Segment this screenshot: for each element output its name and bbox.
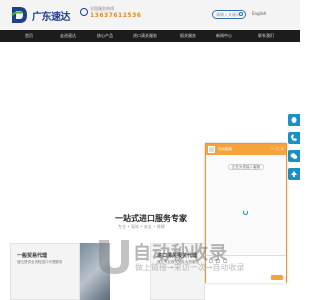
logo-icon[interactable] bbox=[10, 5, 28, 25]
phone-icon bbox=[80, 8, 88, 16]
connect-agent-label: 正在为您接入客服 bbox=[232, 165, 260, 169]
search-icon[interactable] bbox=[239, 12, 243, 16]
connect-agent-button[interactable]: 正在为您接入客服 bbox=[228, 164, 264, 170]
wechat-icon[interactable] bbox=[288, 150, 300, 162]
chat-header[interactable]: 在线客服 — □ × bbox=[206, 144, 286, 155]
language-link[interactable]: English bbox=[252, 11, 266, 16]
top-icon[interactable] bbox=[288, 168, 300, 180]
phone-number: 13637612536 bbox=[90, 12, 142, 19]
card-text: 速达提供全流程进口代理服务 bbox=[17, 260, 63, 264]
nav-item-home[interactable]: 首页 bbox=[25, 33, 33, 39]
nav-item-products[interactable]: 核心产品 bbox=[97, 33, 113, 39]
agent-avatar bbox=[208, 146, 215, 153]
phone-icon[interactable] bbox=[288, 132, 300, 144]
watermark-overlay: 自动秒收录 做上链接→来访一次→自动收录 bbox=[95, 236, 295, 276]
main-nav: 首页 走进速达 核心产品 进口清关服务 报关服务 新闻中心 联系我们 bbox=[0, 30, 300, 42]
nav-item-contact[interactable]: 联系我们 bbox=[258, 33, 274, 39]
top-bar: 广东速达 全国服务热线 13637612536 请输入关键词 English bbox=[0, 0, 300, 30]
nav-item-news[interactable]: 新闻中心 bbox=[216, 33, 232, 39]
card-title: 一般贸易代理 bbox=[17, 253, 48, 259]
nav-item-about[interactable]: 走进速达 bbox=[60, 33, 76, 39]
loading-spinner-icon bbox=[243, 210, 248, 215]
section-title: 一站式进口服务专家 bbox=[115, 214, 187, 223]
logo-text[interactable]: 广东速达 bbox=[32, 8, 71, 23]
watermark-subtitle: 做上链接→来访一次→自动收录 bbox=[135, 263, 245, 272]
qq-icon[interactable] bbox=[288, 114, 300, 126]
chat-title: 在线客服 bbox=[218, 147, 232, 151]
nav-item-import-clearance[interactable]: 进口清关服务 bbox=[133, 33, 157, 39]
chat-window-controls[interactable]: — □ × bbox=[270, 146, 284, 151]
service-card[interactable]: 一般贸易代理 速达提供全流程进口代理服务 bbox=[10, 243, 80, 300]
search-placeholder: 请输入关键词 bbox=[216, 12, 240, 17]
nav-item-customs[interactable]: 报关服务 bbox=[180, 33, 196, 39]
section-subtitle: 专业 • 高效 • 安全 • 便捷 bbox=[118, 224, 165, 229]
search-input[interactable]: 请输入关键词 bbox=[212, 10, 246, 19]
side-tabs bbox=[288, 114, 300, 186]
watermark-logo-icon bbox=[99, 240, 129, 274]
